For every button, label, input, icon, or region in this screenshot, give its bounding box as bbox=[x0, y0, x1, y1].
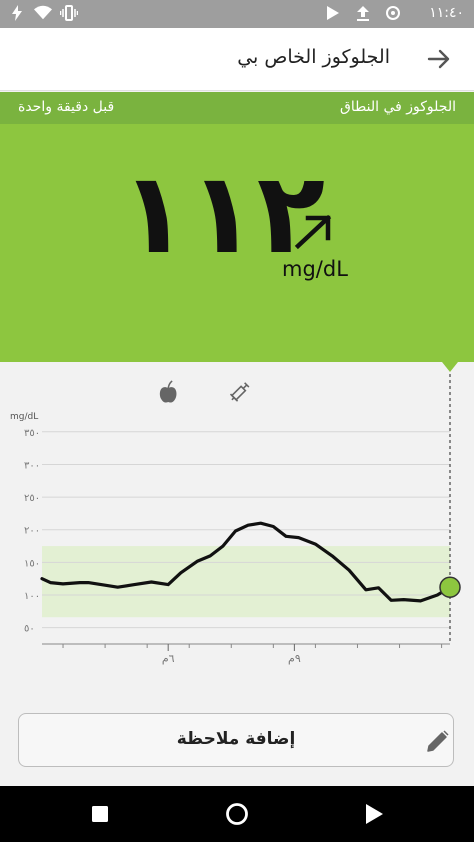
add-note-button[interactable]: إضافة ملاحظة bbox=[18, 713, 454, 767]
home-circle-icon[interactable] bbox=[223, 800, 251, 828]
back-triangle-icon[interactable] bbox=[360, 800, 388, 828]
arrow-right-icon[interactable] bbox=[426, 46, 452, 72]
y-tick-label: ١٠٠ bbox=[24, 591, 40, 602]
y-axis-label: mg/dL bbox=[10, 412, 38, 422]
status-time: ١١:٤٠ bbox=[429, 5, 464, 21]
flash-icon bbox=[8, 4, 26, 22]
y-tick-label: ٢٥٠ bbox=[24, 493, 40, 504]
status-icons-left bbox=[8, 4, 78, 22]
system-nav-bar bbox=[0, 786, 474, 842]
recents-square-icon[interactable] bbox=[86, 800, 114, 828]
glucose-chart: ٥٠ ١٠٠ ١٥٠ ٢٠٠ ٢٥٠ ٣٠٠ ٣٥٠ mg/dL ٦م ٩م bbox=[0, 362, 474, 700]
wifi-icon bbox=[34, 4, 52, 22]
y-tick-label: ٢٠٠ bbox=[24, 526, 40, 537]
syringe-icon[interactable] bbox=[228, 381, 250, 403]
y-tick-label: ٣٥٠ bbox=[24, 428, 40, 439]
play-store-icon bbox=[324, 4, 342, 22]
x-tick-label: ٩م bbox=[288, 652, 301, 665]
trend-up-right-arrow-icon bbox=[292, 212, 336, 252]
glucose-unit: mg/dL bbox=[282, 257, 348, 281]
current-reading-panel: ١١٢ mg/dL bbox=[0, 124, 474, 362]
status-bar: ١١:٤٠ bbox=[0, 0, 474, 28]
upload-icon bbox=[354, 4, 372, 22]
app-bar: الجلوكوز الخاص بي bbox=[0, 28, 474, 91]
y-tick-label: ١٥٠ bbox=[24, 558, 40, 569]
range-status-text: الجلوكوز في النطاق bbox=[340, 99, 456, 115]
pencil-icon bbox=[425, 728, 451, 754]
vibrate-icon bbox=[60, 4, 78, 22]
apple-icon[interactable] bbox=[159, 380, 177, 403]
target-range-band bbox=[42, 546, 450, 618]
add-note-label: إضافة ملاحظة bbox=[176, 729, 296, 749]
page-title: الجلوكوز الخاص بي bbox=[237, 46, 390, 68]
y-tick-label: ٣٠٠ bbox=[24, 460, 40, 471]
current-time-pointer bbox=[442, 362, 458, 372]
y-tick-label: ٥٠ bbox=[24, 624, 35, 635]
status-icons-right bbox=[324, 4, 402, 22]
status-stripe: الجلوكوز في النطاق قبل دقيقة واحدة bbox=[0, 92, 474, 124]
x-tick-label: ٦م bbox=[162, 652, 175, 665]
reading-time-text: قبل دقيقة واحدة bbox=[18, 99, 115, 115]
data-saver-icon bbox=[384, 4, 402, 22]
current-reading-point bbox=[439, 576, 461, 598]
glucose-chart-svg: ٥٠ ١٠٠ ١٥٠ ٢٠٠ ٢٥٠ ٣٠٠ ٣٥٠ mg/dL ٦م ٩م bbox=[10, 362, 461, 665]
